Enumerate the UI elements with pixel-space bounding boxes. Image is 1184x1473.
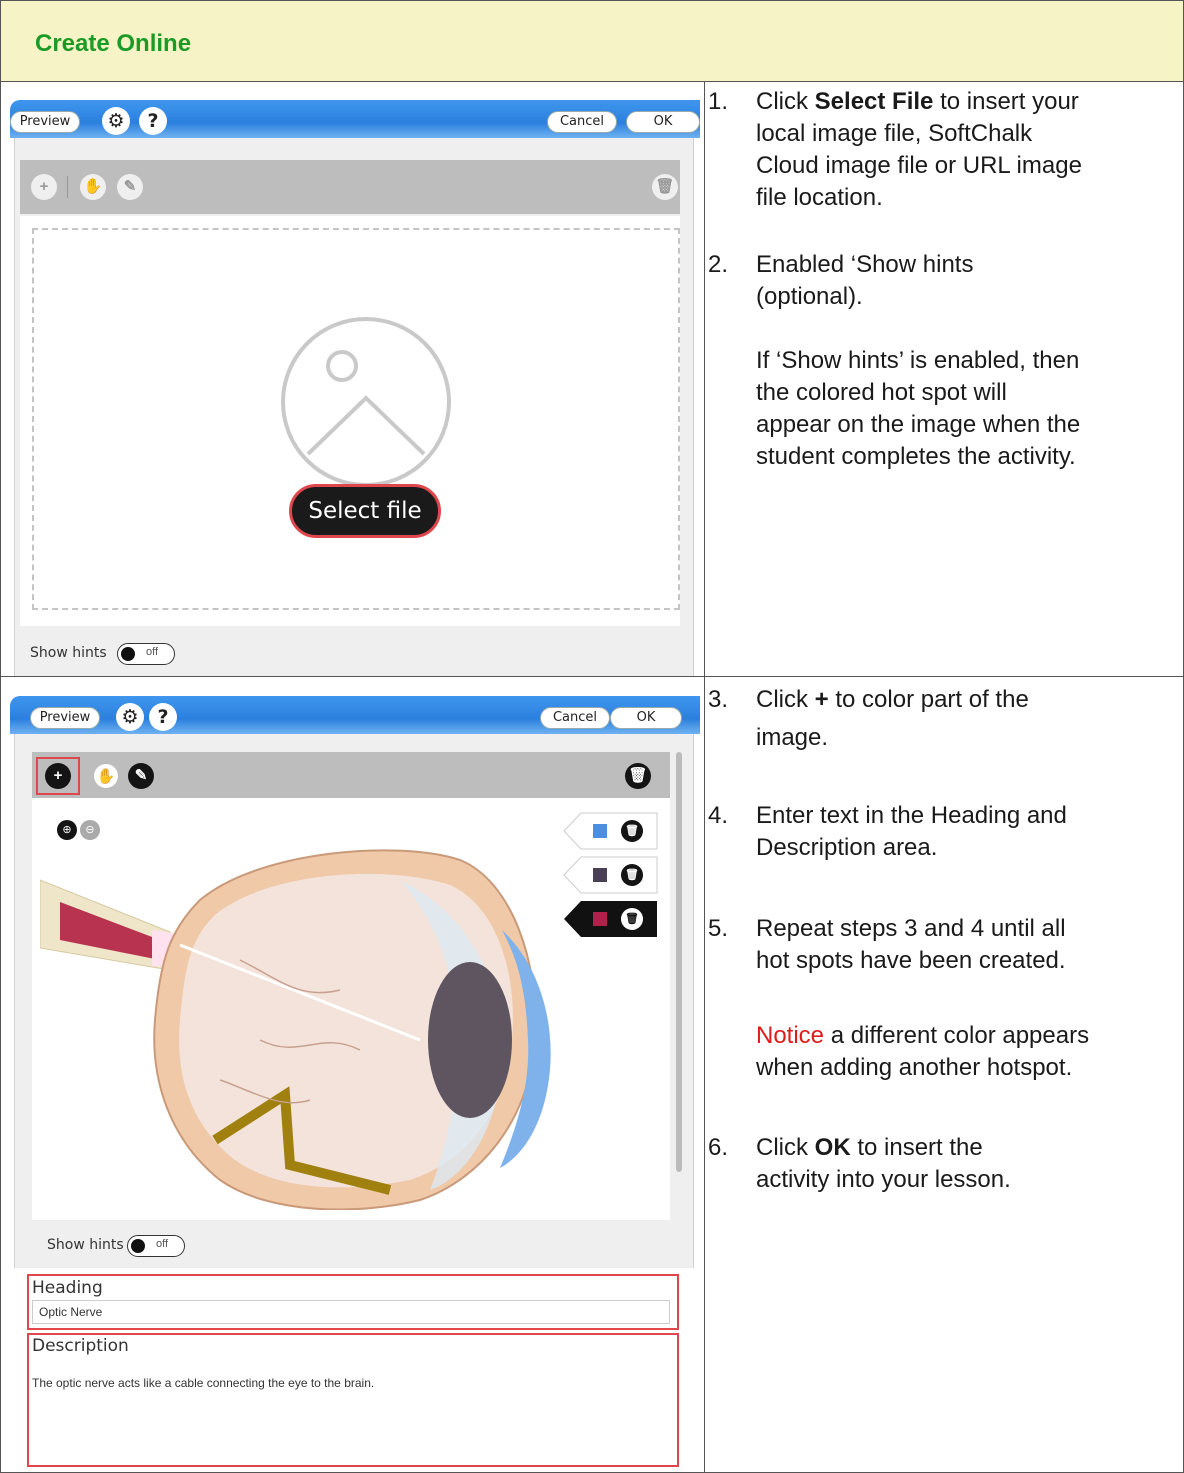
add-hotspot-icon-2[interactable]: + xyxy=(45,763,71,789)
hints-note: If ‘Show hints’ is enabled, then the col… xyxy=(756,347,1081,470)
ok-emphasis: OK xyxy=(814,1134,851,1161)
ok-button[interactable]: OK xyxy=(626,111,700,133)
description-input[interactable]: The optic nerve acts like a cable connec… xyxy=(32,1376,662,1390)
hotspot-color-swatch xyxy=(593,912,607,926)
toggle-knob xyxy=(121,647,135,661)
help-icon-2[interactable]: ? xyxy=(149,703,177,731)
toggle-knob xyxy=(131,1239,145,1253)
hotspot-item-2[interactable]: 🗑 xyxy=(563,856,659,894)
cancel-button-2[interactable]: Cancel xyxy=(540,707,610,729)
show-hints-label-2: Show hints xyxy=(47,1237,124,1253)
hotspot-item-1[interactable]: 🗑 xyxy=(563,812,659,850)
settings-gear-icon[interactable]: ⚙ xyxy=(102,107,130,135)
heading-label: Heading xyxy=(32,1278,103,1298)
cancel-button[interactable]: Cancel xyxy=(547,111,617,133)
pencil-icon-2[interactable]: ✎ xyxy=(128,763,154,789)
notice-word: Notice xyxy=(756,1022,825,1049)
hotspot-delete-icon[interactable]: 🗑 xyxy=(621,864,643,886)
column-divider xyxy=(704,81,705,1473)
add-hotspot-icon[interactable]: + xyxy=(31,174,57,200)
table-header: Create Online xyxy=(0,0,1184,82)
color-note: Notice a different color appears when ad… xyxy=(756,1022,1090,1081)
trash-icon-2[interactable]: 🗑 xyxy=(625,763,651,789)
hotspot-item-3-selected[interactable]: 🗑 xyxy=(563,900,659,938)
preview-button[interactable]: Preview xyxy=(10,111,80,133)
select-file-emphasis: Select File xyxy=(814,88,934,115)
toggle-state: off xyxy=(146,646,159,658)
toolbar-divider xyxy=(67,176,68,198)
image-placeholder-icon xyxy=(281,317,451,487)
section-title: Create Online xyxy=(35,30,192,57)
eye-anatomy-image xyxy=(40,849,551,1210)
show-hints-toggle[interactable]: off xyxy=(117,643,175,665)
heading-input[interactable]: Optic Nerve xyxy=(32,1300,670,1324)
trash-icon[interactable]: 🗑 xyxy=(652,174,678,200)
zoom-out-icon[interactable]: ⊖ xyxy=(80,820,100,840)
show-hints-label: Show hints xyxy=(30,645,107,661)
scrollbar[interactable] xyxy=(676,752,682,1172)
zoom-in-icon[interactable]: ⊕ xyxy=(57,820,77,840)
settings-gear-icon-2[interactable]: ⚙ xyxy=(116,703,144,731)
help-icon[interactable]: ? xyxy=(139,107,167,135)
pencil-icon[interactable]: ✎ xyxy=(117,174,143,200)
hotspot-delete-icon[interactable]: 🗑 xyxy=(621,908,643,930)
preview-button-2[interactable]: Preview xyxy=(30,707,100,729)
show-hints-toggle-2[interactable]: off xyxy=(127,1235,185,1257)
hotspot-color-swatch xyxy=(593,824,607,838)
hotspot-color-swatch xyxy=(593,868,607,882)
hotspot-delete-icon[interactable]: 🗑 xyxy=(621,820,643,842)
select-file-button[interactable]: Select file xyxy=(289,484,441,538)
hand-icon-2[interactable]: ✋ xyxy=(93,763,119,789)
plus-emphasis: + xyxy=(814,686,829,713)
toggle-state: off xyxy=(156,1238,169,1250)
ok-button-2[interactable]: OK xyxy=(610,707,682,729)
hand-icon[interactable]: ✋ xyxy=(80,174,106,200)
description-label: Description xyxy=(32,1336,129,1356)
row-divider xyxy=(0,676,1184,677)
